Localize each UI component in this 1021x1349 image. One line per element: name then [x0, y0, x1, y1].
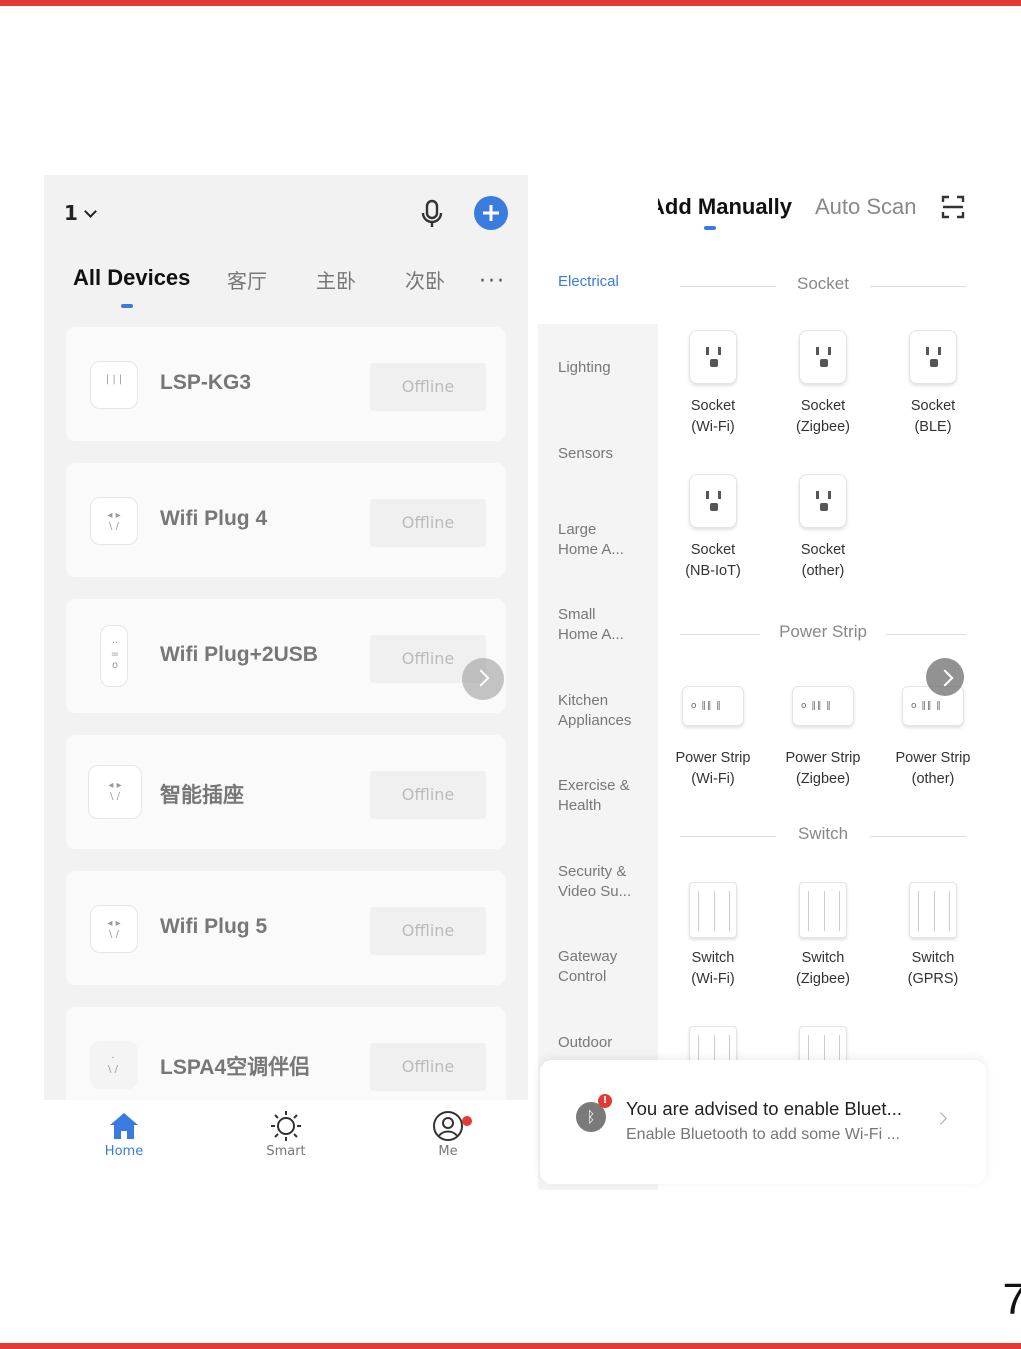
category-outdoor[interactable]: Outdoor: [558, 1033, 654, 1053]
notification-dot: [462, 1116, 472, 1126]
switch-icon: [799, 882, 847, 938]
top-red-rule: [0, 0, 1021, 6]
scan-icon[interactable]: [941, 194, 965, 220]
page-number: 7: [1002, 1275, 1021, 1324]
device-type-tile[interactable]: Socket (Wi-Fi): [658, 330, 768, 438]
device-type-tile[interactable]: o ‖‖ ‖ Power Strip (other): [878, 682, 988, 790]
switch-thumbnail-icon: | | |: [90, 361, 138, 409]
home-selector-label: 1: [64, 201, 78, 225]
device-card[interactable]: ◂ ▸ \ / 智能插座 Offline: [66, 735, 506, 849]
nav-me-label: Me: [438, 1144, 458, 1159]
more-tabs-button[interactable]: ···: [479, 269, 506, 294]
switch-icon: [909, 882, 957, 938]
tab-indicator: [704, 226, 716, 230]
device-type-grid: Socket Socket (Wi-Fi) Socket (Zigbee) Sock…: [658, 254, 988, 1190]
status-badge: Offline: [370, 771, 486, 819]
power-strip-icon: o ‖‖ ‖: [792, 686, 854, 726]
chevron-right-icon[interactable]: [462, 658, 504, 700]
nav-smart-label: Smart: [266, 1144, 306, 1159]
banner-title: You are advised to enable Bluet...: [626, 1098, 902, 1119]
tab-add-manually[interactable]: Add Manually: [649, 194, 792, 220]
power-strip-icon: o ‖‖ ‖: [682, 686, 744, 726]
category-sensors[interactable]: Sensors: [558, 444, 654, 464]
device-name: Wifi Plug 5: [160, 915, 268, 938]
device-type-tile[interactable]: o ‖‖ ‖ Power Strip (Zigbee): [768, 682, 878, 790]
tab-second-bedroom[interactable]: 次卧: [405, 265, 445, 294]
category-exercise-health[interactable]: Exercise & Health: [558, 776, 654, 816]
device-type-tile[interactable]: Socket (other): [768, 474, 878, 582]
tab-indicator: [121, 304, 133, 308]
nav-smart[interactable]: Smart: [236, 1108, 336, 1159]
plug-thumbnail-icon: ◂ ▸ \ /: [90, 497, 138, 545]
device-name: LSP-KG3: [160, 371, 252, 394]
microphone-icon[interactable]: [418, 199, 446, 229]
user-profile-icon: [433, 1111, 463, 1141]
category-kitchen-appliances[interactable]: Kitchen Appliances: [558, 691, 654, 731]
sun-icon: [271, 1111, 301, 1141]
chevron-down-icon: [84, 205, 97, 218]
usb-plug-thumbnail-icon: ·· = o: [100, 625, 128, 687]
status-badge: Offline: [370, 1043, 486, 1091]
bottom-navigation: Home Smart Me: [44, 1100, 528, 1185]
device-card[interactable]: ◂ ▸ \ / Wifi Plug 4 Offline: [66, 463, 506, 577]
device-type-tile[interactable]: Socket (BLE): [878, 330, 988, 438]
bottom-red-rule: [0, 1343, 1021, 1349]
room-tabs: All Devices 客厅 主卧 次卧: [44, 265, 528, 305]
nav-home[interactable]: Home: [74, 1108, 174, 1159]
plug-thumbnail-icon: ◂ ▸ \ /: [88, 765, 142, 819]
status-badge: Offline: [370, 363, 486, 411]
ac-companion-thumbnail-icon: · \ /: [90, 1041, 138, 1089]
socket-icon: [909, 330, 957, 384]
category-small-home-appliances[interactable]: Small Home A...: [558, 605, 654, 645]
home-screen: 1 All Devices 客厅 主卧 次卧 ··· | | | LSP-KG3…: [44, 175, 528, 1185]
device-card[interactable]: | | | LSP-KG3 Offline: [66, 327, 506, 441]
device-name: Wifi Plug+2USB: [160, 643, 318, 666]
device-type-tile[interactable]: o ‖‖ ‖ Power Strip (Wi-Fi): [658, 682, 768, 790]
socket-icon: [689, 330, 737, 384]
section-title-power-strip: Power Strip: [658, 622, 988, 642]
bluetooth-advisory-banner[interactable]: ᛒ ! You are advised to enable Bluet... E…: [540, 1060, 986, 1184]
status-badge: Offline: [370, 499, 486, 547]
section-title-switch: Switch: [658, 824, 988, 844]
device-type-tile[interactable]: Switch (Zigbee): [768, 882, 878, 990]
device-type-tile[interactable]: Switch (Wi-Fi): [658, 882, 768, 990]
tab-all-devices[interactable]: All Devices: [73, 265, 190, 291]
socket-icon: [689, 474, 737, 528]
category-large-home-appliances[interactable]: Large Home A...: [558, 520, 654, 560]
category-lighting[interactable]: Lighting: [558, 358, 654, 378]
category-sidebar: Electrical Lighting Sensors Large Home A…: [538, 170, 658, 1190]
section-title-socket: Socket: [658, 274, 988, 294]
device-name: LSPA4空调伴侣: [160, 1056, 311, 1079]
device-type-tile[interactable]: Socket (NB-IoT): [658, 474, 768, 582]
chevron-right-icon[interactable]: [926, 658, 964, 696]
home-selector[interactable]: 1: [64, 201, 97, 225]
device-card[interactable]: ·· = o Wifi Plug+2USB Offline: [66, 599, 506, 713]
device-name: Wifi Plug 4: [160, 507, 268, 530]
add-device-screen: Add Manually Auto Scan Electrical Lighti…: [538, 170, 988, 1190]
status-badge: Offline: [370, 907, 486, 955]
banner-subtitle: Enable Bluetooth to add some Wi-Fi ...: [626, 1126, 900, 1143]
category-security-video[interactable]: Security & Video Su...: [558, 862, 654, 902]
nav-me[interactable]: Me: [398, 1108, 498, 1159]
tab-living-room[interactable]: 客厅: [227, 265, 267, 294]
device-type-tile[interactable]: Socket (Zigbee): [768, 330, 878, 438]
device-name: 智能插座: [160, 784, 244, 807]
category-electrical[interactable]: Electrical: [558, 272, 654, 292]
home-icon: [110, 1113, 138, 1139]
device-card[interactable]: ◂ ▸ \ / Wifi Plug 5 Offline: [66, 871, 506, 985]
alert-badge: !: [598, 1094, 612, 1108]
chevron-right-icon: [934, 1112, 947, 1125]
category-gateway-control[interactable]: Gateway Control: [558, 947, 654, 987]
tab-auto-scan[interactable]: Auto Scan: [815, 194, 917, 220]
socket-icon: [799, 330, 847, 384]
add-device-button[interactable]: [474, 196, 508, 230]
switch-icon: [689, 882, 737, 938]
device-type-tile[interactable]: Switch (GPRS): [878, 882, 988, 990]
plug-thumbnail-icon: ◂ ▸ \ /: [90, 905, 138, 953]
nav-home-label: Home: [104, 1144, 144, 1159]
socket-icon: [799, 474, 847, 528]
tab-master-bedroom[interactable]: 主卧: [316, 265, 356, 294]
device-list: | | | LSP-KG3 Offline ◂ ▸ \ / Wifi Plug 4…: [66, 327, 506, 1143]
